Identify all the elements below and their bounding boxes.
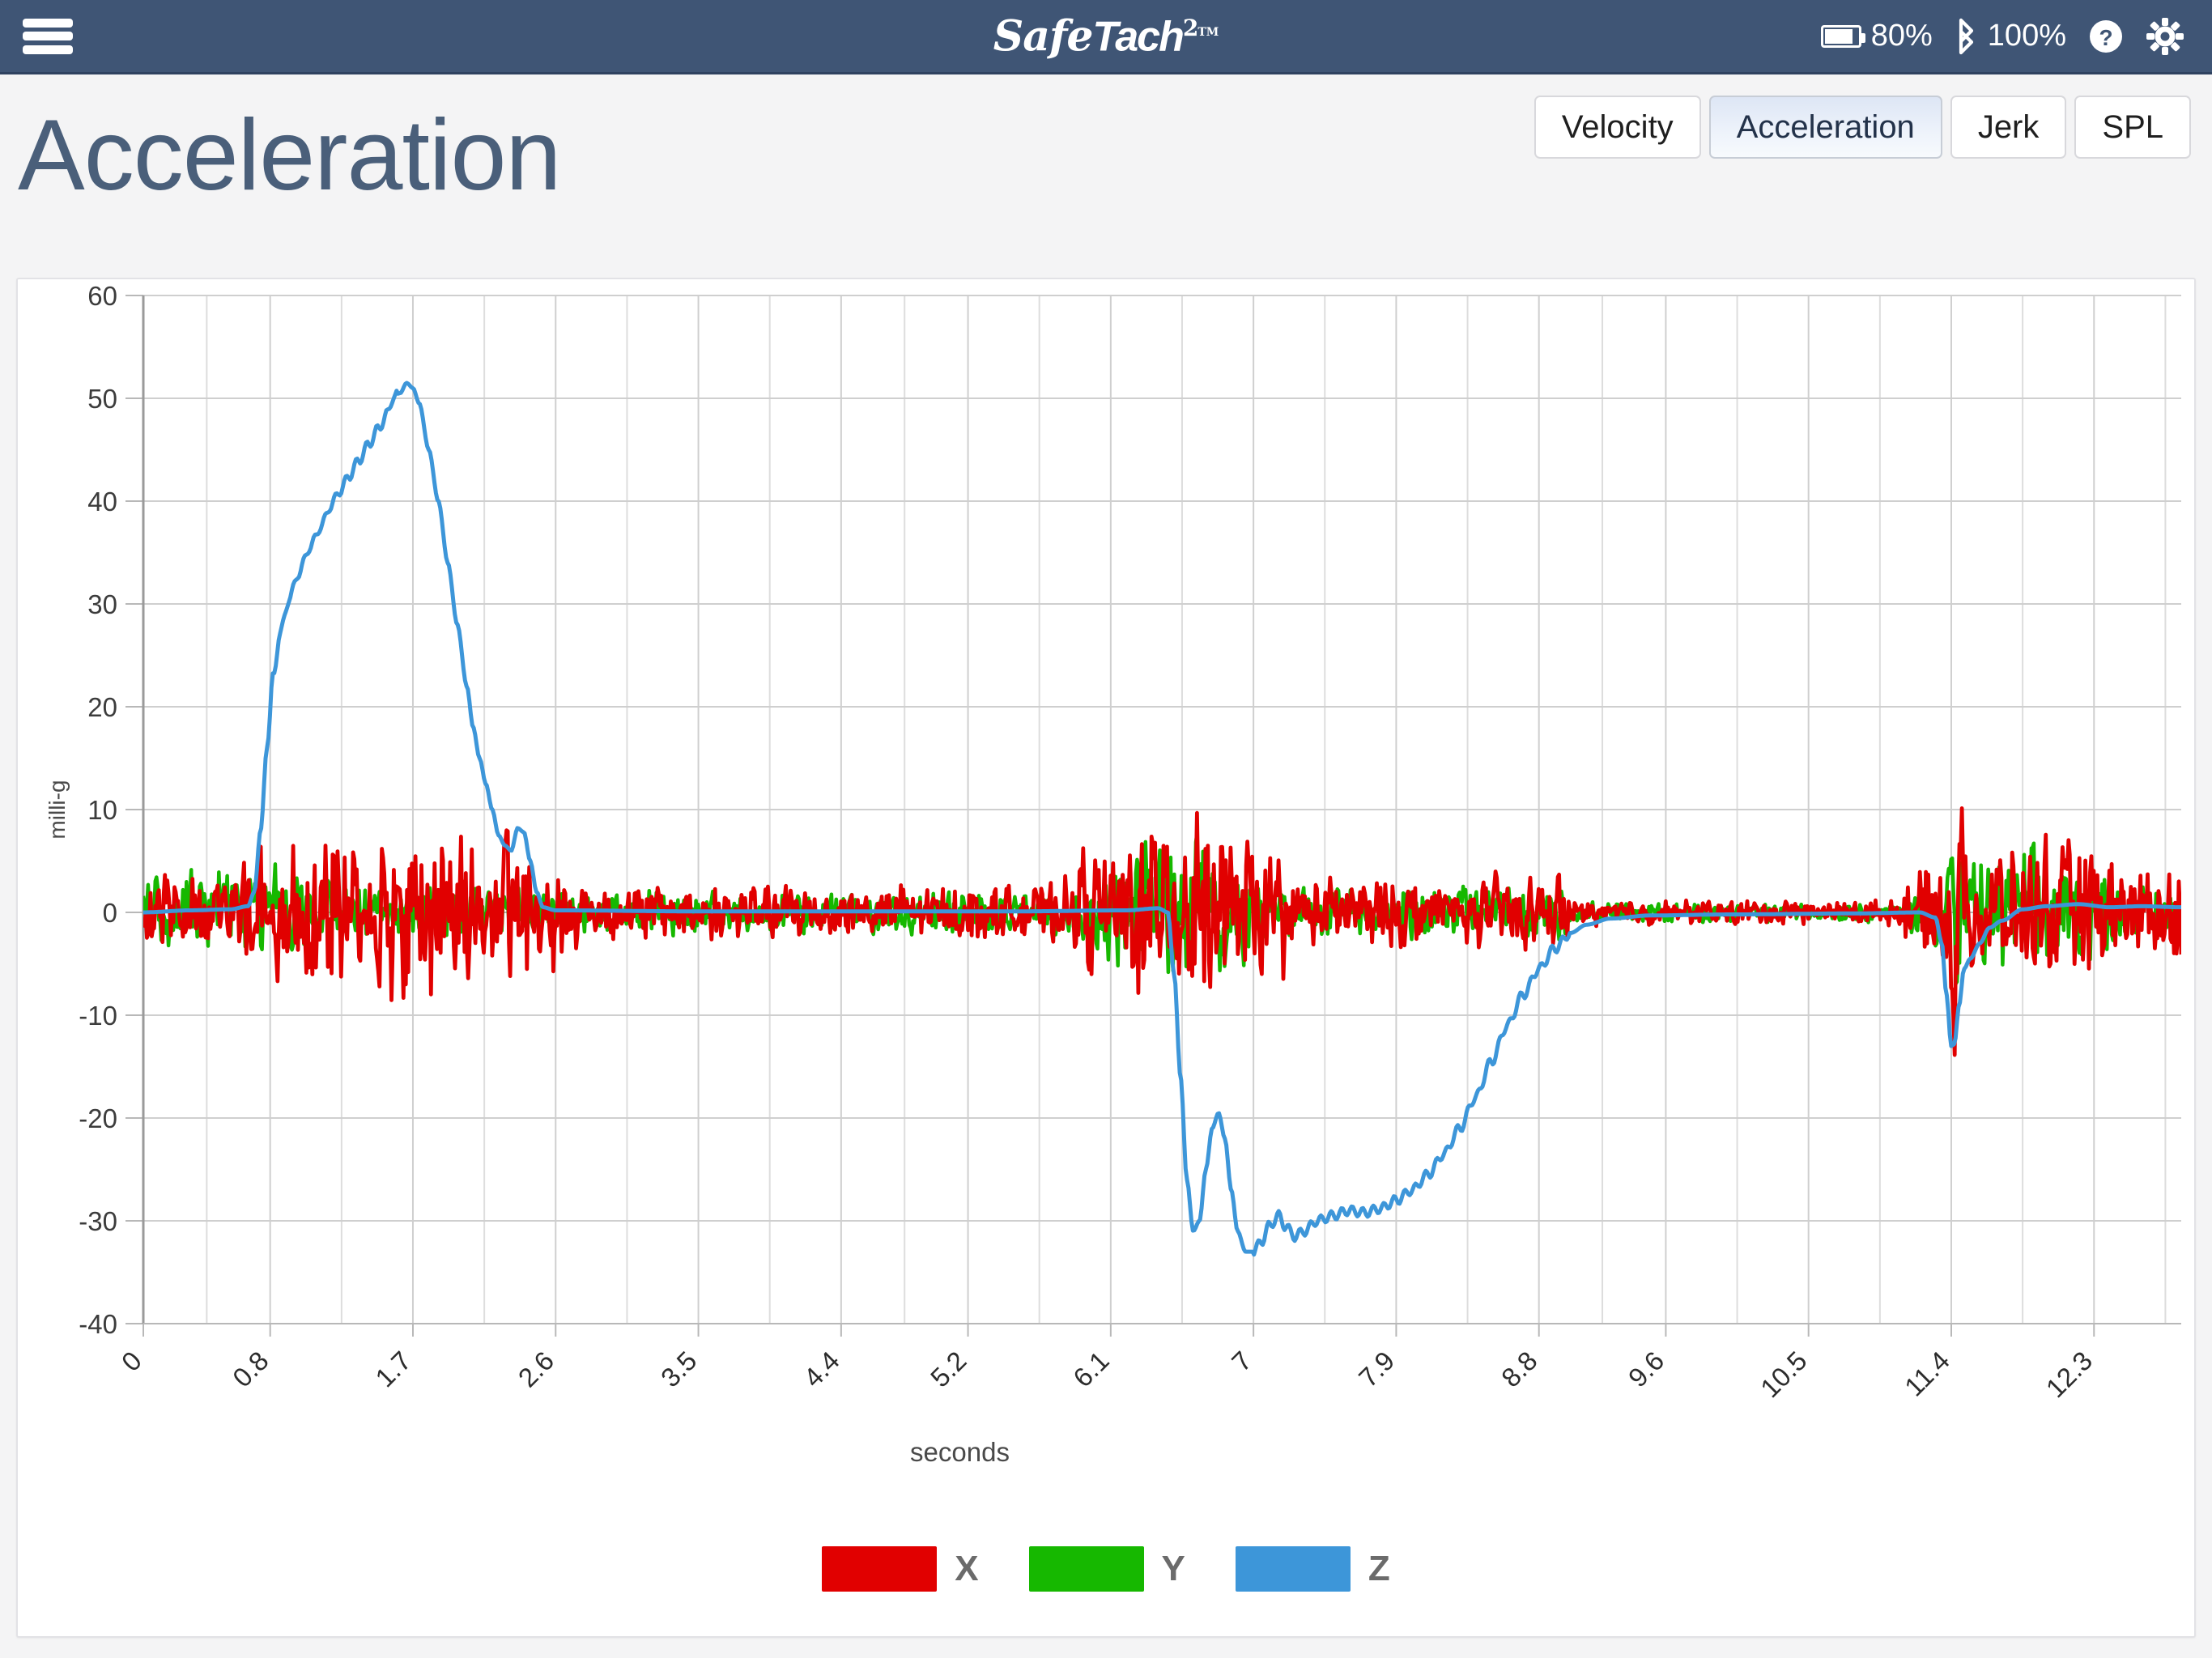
y-axis-tick-label: 40 (87, 487, 117, 517)
logo-trademark: TM (1197, 25, 1219, 39)
acceleration-chart: 60 50 40 30 20 10 0 -10 -20 -30 -40 milli-g 0 0.8 1.7 2… (18, 279, 2197, 1639)
x-axis-tick-label: 4.4 (798, 1346, 845, 1393)
legend-item-z[interactable]: Z (1235, 1546, 1390, 1592)
y-axis-tick-label: -20 (79, 1103, 117, 1133)
x-axis-tick-label: 1.7 (369, 1346, 417, 1393)
x-axis-tick-label: 7.9 (1353, 1346, 1401, 1393)
y-axis-tick-label: -30 (79, 1206, 117, 1236)
logo-superscript: 2 (1182, 14, 1199, 41)
y-axis-tick-label: 60 (87, 281, 117, 311)
chart-canvas: 60 50 40 30 20 10 0 -10 -20 -30 -40 milli-g 0 0.8 1.7 2… (45, 281, 2181, 1467)
y-axis-tick-label: -10 (79, 1001, 117, 1031)
legend-swatch-z (1235, 1546, 1351, 1592)
x-axis-tick-label: 3.5 (655, 1346, 703, 1393)
x-axis-tick-label: 9.6 (1623, 1346, 1670, 1393)
legend-label-y: Y (1161, 1549, 1185, 1588)
hamburger-bar (23, 45, 73, 54)
legend-item-y[interactable]: Y (1028, 1546, 1185, 1592)
chart-legend: X Y Z (18, 1546, 2194, 1592)
x-axis-tick-label: 12.3 (2040, 1346, 2099, 1404)
legend-swatch-x (822, 1546, 938, 1592)
x-axis-tick-label: 2.6 (513, 1346, 560, 1393)
x-axis-tick-label: 11.4 (1899, 1346, 1955, 1402)
y-axis-tick-label: 50 (87, 384, 117, 414)
page-title: Acceleration (18, 100, 561, 211)
x-axis-tick-label: 5.2 (925, 1346, 972, 1393)
x-axis-title: seconds (910, 1437, 1010, 1467)
status-area: 80% 100% ? (1820, 17, 2184, 56)
logo-part-tach: Tach (1092, 13, 1184, 60)
hamburger-menu-icon[interactable] (23, 15, 73, 57)
y-axis-title: milli-g (45, 780, 70, 839)
bluetooth-status: 100% (1954, 18, 2066, 55)
battery-icon (1820, 24, 1865, 48)
top-app-bar: SafeTach2TM 80% 100% ? (0, 0, 2212, 74)
series-line-x (143, 806, 2181, 1057)
y-axis-tick-label: 30 (87, 589, 117, 619)
legend-swatch-y (1028, 1546, 1144, 1592)
legend-label-x: X (955, 1549, 979, 1588)
tab-acceleration[interactable]: Acceleration (1708, 96, 1942, 159)
y-axis-tick-label: 0 (103, 898, 117, 928)
x-axis-tick-label: 10.5 (1755, 1346, 1813, 1404)
tab-jerk[interactable]: Jerk (1950, 96, 2067, 159)
hamburger-bar (23, 18, 73, 28)
logo-part-safe: Safe (993, 11, 1094, 61)
x-axis-tick-label: 7 (1226, 1346, 1257, 1377)
y-axis-tick-label: -40 (79, 1309, 117, 1339)
chart-card: 60 50 40 30 20 10 0 -10 -20 -30 -40 milli-g 0 0.8 1.7 2… (16, 278, 2196, 1638)
legend-item-x[interactable]: X (822, 1546, 979, 1592)
measurement-tabs: Velocity Acceleration Jerk SPL (1534, 96, 2191, 159)
battery-status: 80% (1820, 19, 1933, 53)
gear-icon[interactable] (2146, 17, 2184, 56)
x-axis-tick-label: 8.8 (1495, 1346, 1543, 1393)
x-axis-tick-label: 6.1 (1067, 1346, 1115, 1393)
x-axis-tick-label: 0 (116, 1346, 147, 1377)
app-logo: SafeTach2TM (993, 11, 1219, 61)
bluetooth-icon (1954, 18, 1978, 55)
svg-text:?: ? (2099, 25, 2112, 50)
bluetooth-level: 100% (1987, 19, 2066, 53)
series-line-z (143, 380, 2181, 1257)
y-axis-tick-label: 10 (87, 795, 117, 825)
question-mark-icon[interactable]: ? (2087, 18, 2125, 55)
x-axis-tick-label: 0.8 (227, 1346, 274, 1393)
hamburger-bar (23, 32, 73, 40)
tab-spl[interactable]: SPL (2074, 96, 2191, 159)
battery-level: 80% (1870, 19, 1933, 53)
y-axis-tick-label: 20 (87, 692, 117, 722)
legend-label-z: Z (1368, 1549, 1390, 1588)
tab-velocity[interactable]: Velocity (1534, 96, 1701, 159)
